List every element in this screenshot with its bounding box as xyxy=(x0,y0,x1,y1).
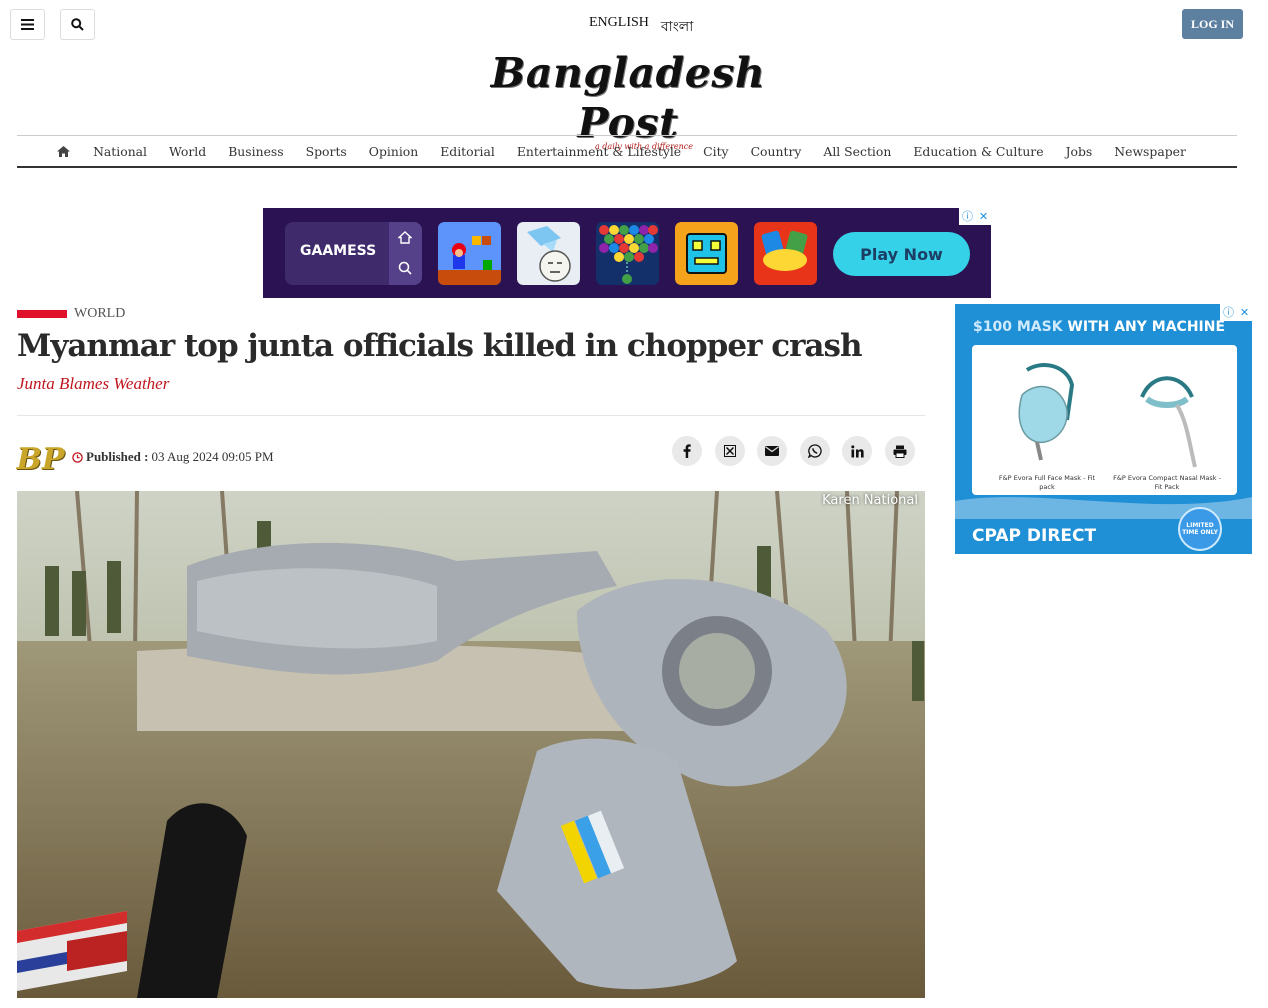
divider xyxy=(17,415,925,416)
nav-education-culture[interactable]: Education & Culture xyxy=(913,144,1043,159)
print-button[interactable] xyxy=(885,436,915,466)
lang-bangla-link[interactable]: বাংলা xyxy=(661,15,693,39)
ad-headline: $100 MASK WITH ANY MACHINE xyxy=(973,319,1225,335)
share-facebook-button[interactable] xyxy=(672,436,702,466)
info-icon[interactable]: ⓘ xyxy=(962,211,973,222)
facebook-icon xyxy=(683,444,691,458)
close-icon[interactable]: ✕ xyxy=(1240,307,1249,318)
email-icon xyxy=(765,446,779,456)
published-label: Published : xyxy=(86,449,149,464)
hamburger-icon xyxy=(21,19,34,30)
whatsapp-icon xyxy=(808,444,822,458)
author-logo: BP xyxy=(16,442,65,477)
published-info: Published : 03 Aug 2024 09:05 PM xyxy=(72,449,274,465)
mario-game-thumbnail[interactable] xyxy=(438,222,501,285)
nav-national[interactable]: National xyxy=(93,144,147,159)
article-hero-image: Karen National xyxy=(17,491,925,998)
play-now-button[interactable]: Play Now xyxy=(833,232,970,276)
nav-world[interactable]: World xyxy=(169,144,206,159)
nav-editorial[interactable]: Editorial xyxy=(440,144,495,159)
share-x-button[interactable] xyxy=(715,436,745,466)
home-icon xyxy=(398,231,412,244)
search-icon xyxy=(71,18,84,31)
nav-business[interactable]: Business xyxy=(228,144,283,159)
ice-face-game-thumbnail[interactable] xyxy=(517,222,580,285)
lang-english-link[interactable]: ENGLISH xyxy=(589,15,649,39)
nav-entertainment-lifestyle[interactable]: Entertainment & Lifestyle xyxy=(517,144,681,159)
nav-all-section[interactable]: All Section xyxy=(823,144,891,159)
ad-headline-accent: $100 MASK xyxy=(973,319,1063,335)
helicopter-wreck-photo xyxy=(17,491,925,998)
ad-brand-logo: GAAMESS xyxy=(285,222,422,285)
full-face-mask-image xyxy=(1018,363,1075,461)
category-link[interactable]: WORLD xyxy=(74,306,125,322)
nav-opinion[interactable]: Opinion xyxy=(369,144,418,159)
nasal-mask-image xyxy=(1140,376,1197,468)
image-credit: Karen National xyxy=(822,493,918,508)
ad-product-card: F&P Evora Full Face Mask - Fit pack F&P … xyxy=(972,345,1237,495)
nav-country[interactable]: Country xyxy=(751,144,802,159)
article-title: Myanmar top junta officials killed in ch… xyxy=(17,328,862,364)
share-linkedin-button[interactable] xyxy=(842,436,872,466)
site-logo[interactable]: Bangladesh Post a daily with a differenc… xyxy=(438,48,818,151)
top-banner-ad[interactable]: GAAMESS Play Now ⓘ ✕ xyxy=(263,208,991,298)
login-button[interactable]: LOG IN xyxy=(1182,9,1243,39)
nav-city[interactable]: City xyxy=(703,144,728,159)
nav-newspaper[interactable]: Newspaper xyxy=(1114,144,1186,159)
ad-brand-name: GAAMESS xyxy=(300,243,377,259)
article-subtitle: Junta Blames Weather xyxy=(17,374,170,393)
x-icon xyxy=(724,445,736,457)
published-date: 03 Aug 2024 09:05 PM xyxy=(151,449,274,464)
home-icon[interactable] xyxy=(57,145,71,157)
geometry-dash-game-thumbnail[interactable] xyxy=(675,222,738,285)
print-icon xyxy=(893,445,907,458)
share-whatsapp-button[interactable] xyxy=(800,436,830,466)
share-email-button[interactable] xyxy=(757,436,787,466)
menu-button[interactable] xyxy=(10,9,45,40)
main-nav: National World Business Sports Opinion E… xyxy=(17,135,1237,168)
linkedin-icon xyxy=(850,444,864,457)
bubble-shooter-game-thumbnail[interactable] xyxy=(596,222,659,285)
info-icon[interactable]: ⓘ xyxy=(1223,307,1234,318)
ad-brand: CPAP DIRECT xyxy=(972,526,1097,546)
logo-text: Bangladesh Post xyxy=(490,49,766,147)
category-accent-bar xyxy=(17,310,67,318)
uno-game-thumbnail[interactable] xyxy=(754,222,817,285)
adchoices-badge[interactable]: ⓘ ✕ xyxy=(1220,304,1252,321)
nav-jobs[interactable]: Jobs xyxy=(1066,144,1093,159)
ad-headline-rest: WITH ANY MACHINE xyxy=(1067,319,1226,335)
ad-limited-badge: LIMITED TIME ONLY xyxy=(1178,507,1222,551)
search-button[interactable] xyxy=(60,9,95,40)
adchoices-badge[interactable]: ⓘ ✕ xyxy=(959,208,991,225)
sidebar-ad[interactable]: $100 MASK WITH ANY MACHINE F&P Evora Ful… xyxy=(955,304,1252,554)
language-switcher: ENGLISH বাংলা xyxy=(589,15,693,39)
close-icon[interactable]: ✕ xyxy=(979,211,988,222)
search-icon xyxy=(398,261,412,275)
nav-sports[interactable]: Sports xyxy=(306,144,347,159)
clock-icon xyxy=(72,451,83,463)
